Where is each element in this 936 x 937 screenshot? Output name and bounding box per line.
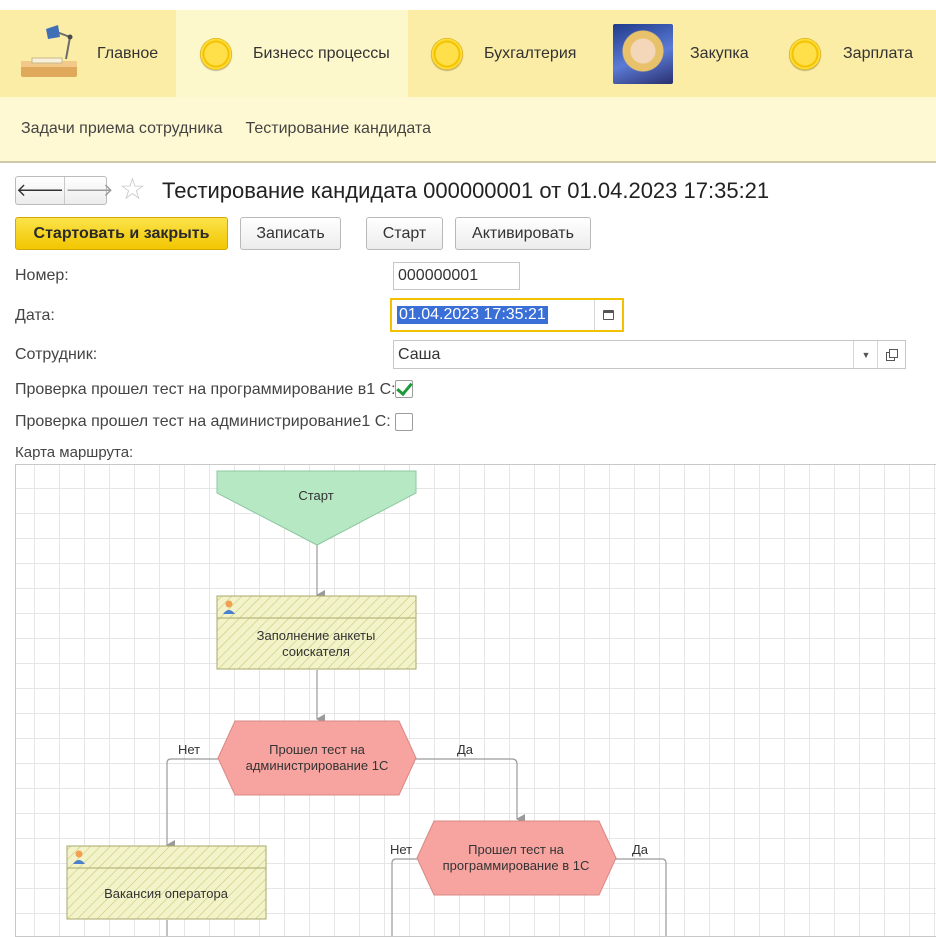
subnav-link-hiring-tasks[interactable]: Задачи приема сотрудника bbox=[21, 120, 223, 138]
arrow-right-icon: 🡒 bbox=[65, 180, 114, 200]
section-purchase[interactable]: Закупка bbox=[598, 10, 766, 97]
task1-line1: Заполнение анкеты bbox=[257, 628, 376, 643]
number-value: 000000001 bbox=[398, 267, 479, 284]
cond1-line1: Прошел тест на bbox=[269, 742, 366, 757]
task2-label: Вакансия оператора bbox=[104, 886, 229, 901]
section-accounting[interactable]: Бухгалтерия bbox=[408, 10, 598, 97]
sections-panel: Главное Бизнесс процессы Бухгалтерия Зак… bbox=[0, 0, 936, 97]
section-salary[interactable]: Зарплата bbox=[766, 10, 936, 97]
subnav-link-candidate-testing[interactable]: Тестирование кандидата bbox=[246, 120, 431, 138]
section-business-processes[interactable]: Бизнесс процессы bbox=[176, 10, 408, 97]
cond2-line2: программирование в 1С bbox=[443, 858, 590, 873]
cond2-yes-label: Да bbox=[632, 842, 649, 857]
coin-icon bbox=[789, 37, 821, 70]
route-task-operator-vacancy[interactable]: Вакансия оператора bbox=[66, 845, 267, 920]
route-map-canvas: Старт Заполнение анкеты соискателя Проше… bbox=[66, 470, 667, 936]
section-main[interactable]: Главное bbox=[0, 10, 176, 97]
employee-value: Саша bbox=[398, 345, 441, 363]
check-admin-checkbox[interactable] bbox=[395, 413, 413, 431]
check-admin-label: Проверка прошел тест на администрировани… bbox=[15, 413, 391, 430]
route-condition-programming-test[interactable]: Прошел тест на программирование в 1С bbox=[416, 820, 617, 896]
section-label: Зарплата bbox=[843, 44, 914, 62]
cond2-line1: Прошел тест на bbox=[468, 842, 565, 857]
date-field[interactable]: 01.04.2023 17:35:21 bbox=[390, 298, 624, 332]
arrow-left-icon: 🡐 bbox=[16, 180, 65, 200]
section-label: Закупка bbox=[690, 44, 749, 62]
desk-lamp-icon bbox=[18, 23, 80, 85]
star-icon[interactable]: ☆ bbox=[119, 174, 146, 206]
back-button[interactable]: 🡐 bbox=[16, 177, 64, 204]
number-label: Номер: bbox=[15, 267, 69, 284]
save-button[interactable]: Записать bbox=[240, 217, 341, 250]
employee-dropdown-button[interactable]: ▼ bbox=[853, 341, 878, 368]
cond1-line2: администрирование 1С bbox=[246, 758, 389, 773]
section-label: Главное bbox=[97, 44, 159, 62]
cond2-no-label: Нет bbox=[390, 842, 412, 857]
section-label: Бухгалтерия bbox=[484, 44, 577, 62]
route-start-label: Старт bbox=[298, 488, 333, 503]
employee-open-button[interactable] bbox=[877, 341, 905, 368]
section-label: Бизнесс процессы bbox=[253, 44, 390, 62]
calendar-button[interactable] bbox=[594, 300, 622, 330]
page-title: Тестирование кандидата 000000001 от 01.0… bbox=[162, 178, 770, 203]
route-map-label: Карта маршрута: bbox=[15, 444, 134, 461]
number-field[interactable]: 000000001 bbox=[393, 262, 520, 290]
route-map[interactable]: Старт Заполнение анкеты соискателя Проше… bbox=[15, 464, 936, 937]
coin-icon bbox=[431, 37, 463, 70]
section-subnav: Задачи приема сотрудника Тестирование ка… bbox=[0, 97, 936, 163]
start-and-close-button[interactable]: Стартовать и закрыть bbox=[15, 217, 228, 250]
coin-icon bbox=[200, 37, 232, 70]
forward-button[interactable]: 🡒 bbox=[64, 177, 114, 204]
cond1-no-label: Нет bbox=[178, 742, 200, 757]
task1-line2: соискателя bbox=[282, 644, 350, 659]
calendar-icon bbox=[603, 310, 614, 320]
route-start-point[interactable]: Старт bbox=[216, 470, 417, 546]
check-prog-label: Проверка прошел тест на программирование… bbox=[15, 381, 396, 398]
start-button[interactable]: Старт bbox=[366, 217, 443, 250]
employee-label: Сотрудник: bbox=[15, 346, 98, 363]
chevron-down-icon: ▼ bbox=[861, 349, 871, 360]
avatar bbox=[613, 23, 673, 84]
route-condition-admin-test[interactable]: Прошел тест на администрирование 1С bbox=[217, 720, 417, 796]
activate-button[interactable]: Активировать bbox=[455, 217, 591, 250]
date-value: 01.04.2023 17:35:21 bbox=[397, 306, 548, 324]
history-nav: 🡐 🡒 bbox=[15, 176, 114, 205]
date-label: Дата: bbox=[15, 307, 55, 324]
employee-field[interactable]: Саша ▼ bbox=[393, 340, 906, 369]
cond1-yes-label: Да bbox=[457, 742, 474, 757]
check-prog-checkbox[interactable] bbox=[395, 378, 413, 398]
open-form-icon bbox=[885, 348, 898, 361]
checkmark-icon bbox=[396, 378, 413, 397]
route-task-questionnaire[interactable]: Заполнение анкеты соискателя bbox=[216, 595, 417, 670]
